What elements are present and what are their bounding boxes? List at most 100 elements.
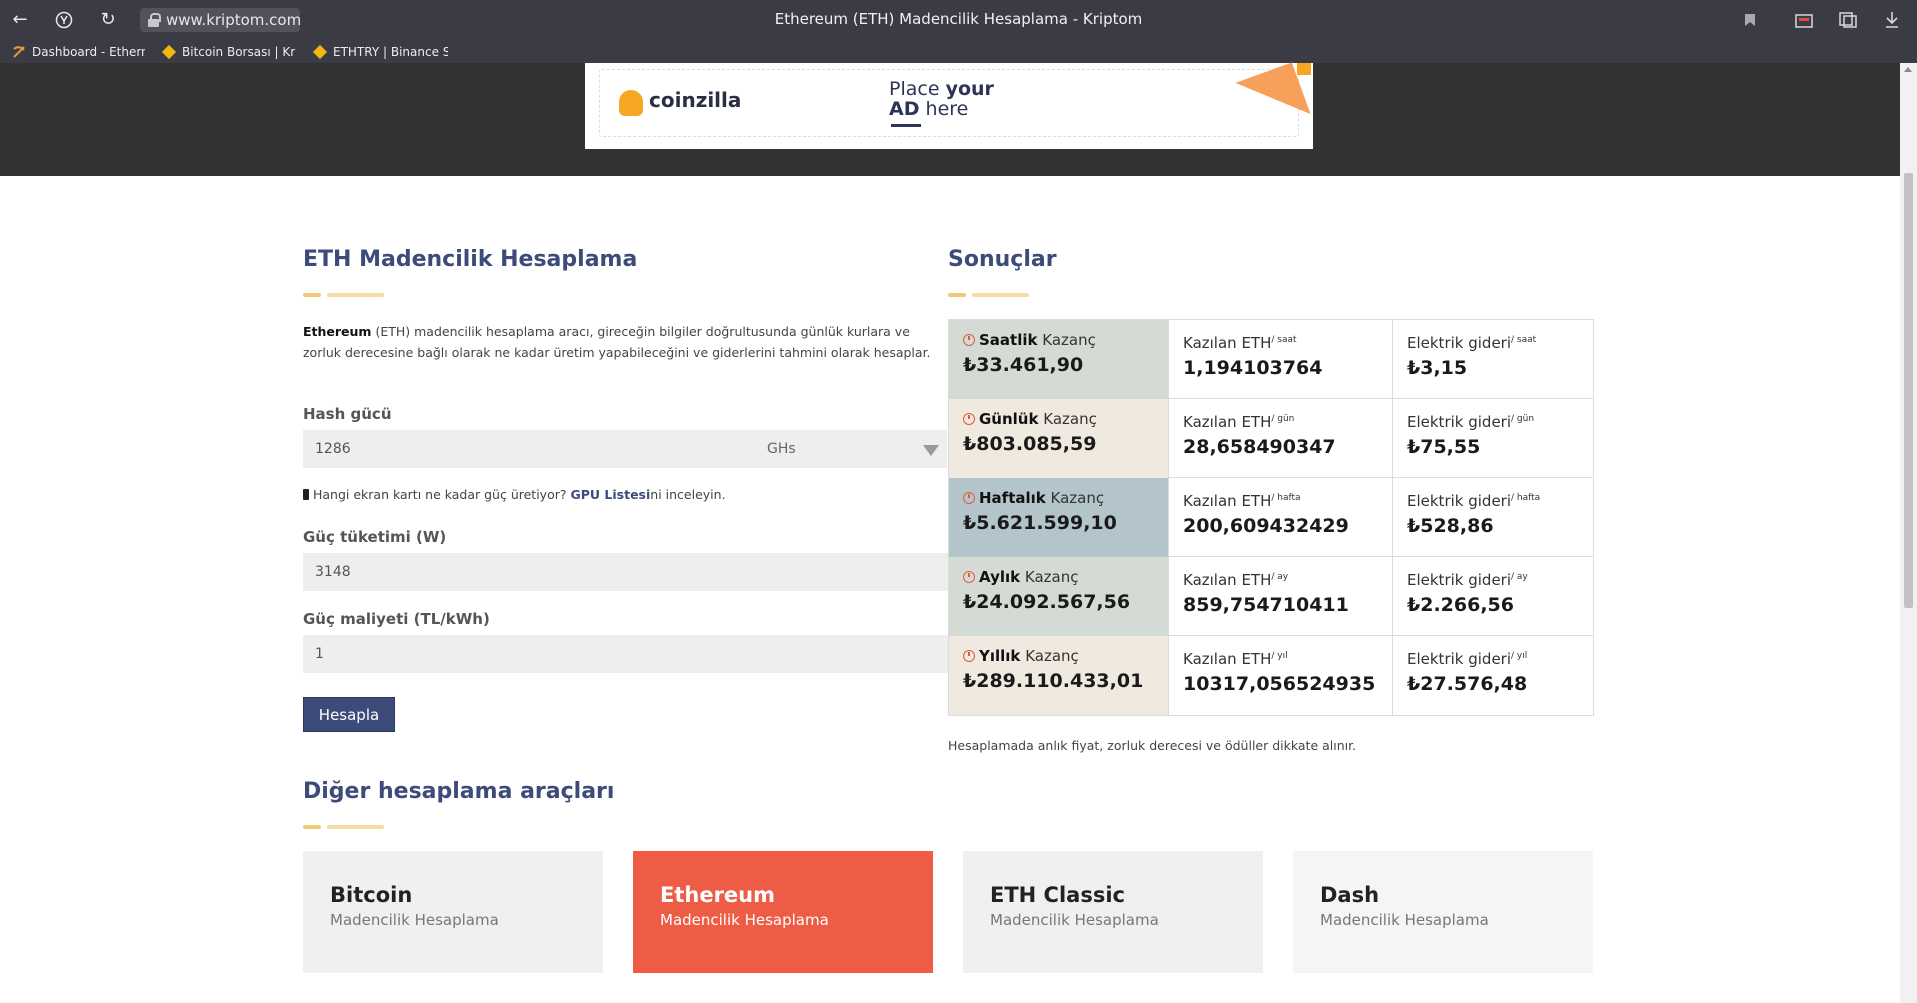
dino-icon [619,90,643,116]
results-row: Haftalık Kazanç ₺5.621.599,10 Kazılan ETH/… [949,478,1593,557]
period-unit: / yıl [1511,651,1528,661]
results-row: Günlük Kazanç ₺803.085,59 Kazılan ETH/ gün… [949,399,1593,478]
eth-label: Kazılan ETH [1183,413,1272,431]
results-heading: Sonuçlar [948,247,1057,272]
bookmark-bitcoin-borsasi[interactable]: Bitcoin Borsası | Kri [160,43,295,61]
cost-label: Güç maliyeti (TL/kWh) [303,610,490,628]
electricity-label: Elektrik gideri [1407,492,1512,510]
hash-input[interactable]: 1286 [303,430,757,468]
gpu-note: Hangi ekran kartı ne kadar güç üretiyor?… [303,487,726,502]
results-row: Saatlik Kazanç ₺33.461,90 Kazılan ETH/ saa… [949,320,1593,399]
calculator-heading: ETH Madencilik Hesaplama [303,247,638,272]
tool-card-subtitle: Madencilik Hesaplama [330,911,499,929]
tool-card-title: ETH Classic [990,883,1125,907]
tool-card-title: Ethereum [660,883,776,907]
electricity-value: ₺2.266,56 [1407,594,1514,616]
electricity-cell: Elektrik gideri/ ay ₺2.266,56 [1392,557,1593,636]
tabs-icon[interactable] [1792,8,1816,32]
electricity-value: ₺528,86 [1407,515,1494,537]
eth-cell: Kazılan ETH/ hafta 200,609432429 [1168,478,1392,557]
power-input[interactable]: 3148 [303,553,948,591]
eth-value: 1,194103764 [1183,357,1323,379]
eth-label: Kazılan ETH [1183,334,1272,352]
ad-underline [891,124,921,127]
clock-icon [963,571,975,583]
coinzilla-logo: coinzilla [619,88,741,116]
earning-value: ₺5.621.599,10 [963,512,1117,534]
period-label: Saatlik [979,331,1038,349]
period-unit: / gün [1511,414,1535,424]
period-label: Günlük [979,410,1039,428]
results-table: Saatlik Kazanç ₺33.461,90 Kazılan ETH/ saa… [948,319,1594,716]
pickaxe-icon [12,45,26,59]
electricity-cell: Elektrik gideri/ hafta ₺528,86 [1392,478,1593,557]
period-unit: / ay [1511,572,1528,582]
tool-card-dash[interactable]: Dash Madencilik Hesaplama [1293,851,1593,973]
heading-divider [303,293,385,297]
eth-cell: Kazılan ETH/ yıl 10317,056524935 [1168,636,1392,715]
electricity-cell: Elektrik gideri/ saat ₺3,15 [1392,320,1593,399]
eth-value: 859,754710411 [1183,594,1349,616]
earning-cell: Günlük Kazanç ₺803.085,59 [949,399,1168,478]
electricity-label: Elektrik gideri [1407,334,1512,352]
phone-icon [303,489,309,500]
page-scrollbar[interactable] [1900,63,1917,1003]
eth-value: 200,609432429 [1183,515,1349,537]
electricity-value: ₺27.576,48 [1407,673,1528,695]
eth-cell: Kazılan ETH/ saat 1,194103764 [1168,320,1392,399]
eth-cell: Kazılan ETH/ gün 28,658490347 [1168,399,1392,478]
results-note: Hesaplamada anlık fiyat, zorluk derecesi… [948,738,1357,753]
bookmark-dashboard[interactable]: Dashboard - Ethern [10,43,145,61]
ad-text: Place your AD here [889,78,994,120]
hash-unit-select[interactable]: GHs [757,430,947,468]
period-unit: / yıl [1271,651,1288,661]
tool-card-subtitle: Madencilik Hesaplama [660,911,829,929]
browser-toolbar: ← ↻ www.kriptom.com Ethereum (ETH) Maden… [0,0,1917,39]
bookmark-icon[interactable] [1738,8,1762,32]
clock-icon [963,650,975,662]
binance-icon [161,44,177,60]
bookmark-ethtry-binance[interactable]: ETHTRY | Binance S [311,43,448,61]
earning-cell: Haftalık Kazanç ₺5.621.599,10 [949,478,1168,557]
calculate-button[interactable]: Hesapla [303,697,395,732]
ad-choices-icon[interactable] [1297,63,1311,75]
period-unit: / saat [1271,335,1297,345]
scroll-thumb[interactable] [1904,173,1913,608]
electricity-label: Elektrik gideri [1407,413,1512,431]
results-row: Yıllık Kazanç ₺289.110.433,01 Kazılan ETH/… [949,636,1593,715]
binance-icon [312,44,328,60]
earning-cell: Yıllık Kazanç ₺289.110.433,01 [949,636,1168,715]
results-row: Aylık Kazanç ₺24.092.567,56 Kazılan ETH/ a… [949,557,1593,636]
tool-card-subtitle: Madencilik Hesaplama [1320,911,1489,929]
earning-cell: Aylık Kazanç ₺24.092.567,56 [949,557,1168,636]
electricity-label: Elektrik gideri [1407,650,1512,668]
kazanc-label: Kazanç [1043,410,1097,428]
kazanc-label: Kazanç [1042,331,1096,349]
window-title: Ethereum (ETH) Madencilik Hesaplama - Kr… [774,10,1143,28]
eth-value: 28,658490347 [1183,436,1336,458]
ad-banner[interactable]: coinzilla Place your AD here [585,62,1313,149]
hash-label: Hash gücü [303,405,392,423]
collections-icon[interactable] [1836,8,1860,32]
electricity-cell: Elektrik gideri/ gün ₺75,55 [1392,399,1593,478]
download-icon[interactable] [1880,8,1904,32]
heading-divider [948,293,1030,297]
other-tools-heading: Diğer hesaplama araçları [303,779,615,804]
gpu-list-link[interactable]: GPU Listesi [570,487,650,502]
clock-icon [963,413,975,425]
tool-card-subtitle: Madencilik Hesaplama [990,911,1159,929]
scroll-up-icon[interactable] [1904,67,1912,72]
tool-card-bitcoin[interactable]: Bitcoin Madencilik Hesaplama [303,851,603,973]
period-unit: / gün [1271,414,1295,424]
kazanc-label: Kazanç [1024,568,1079,586]
period-unit: / saat [1511,335,1537,345]
earning-cell: Saatlik Kazanç ₺33.461,90 [949,320,1168,399]
tool-card-ethereum[interactable]: Ethereum Madencilik Hesaplama [633,851,933,973]
tool-card-eth-classic[interactable]: ETH Classic Madencilik Hesaplama [963,851,1263,973]
clock-icon [963,334,975,346]
eth-label: Kazılan ETH [1183,571,1272,589]
electricity-value: ₺75,55 [1407,436,1481,458]
earning-value: ₺24.092.567,56 [963,591,1131,613]
cost-input[interactable]: 1 [303,635,948,673]
eth-value: 10317,056524935 [1183,673,1376,695]
